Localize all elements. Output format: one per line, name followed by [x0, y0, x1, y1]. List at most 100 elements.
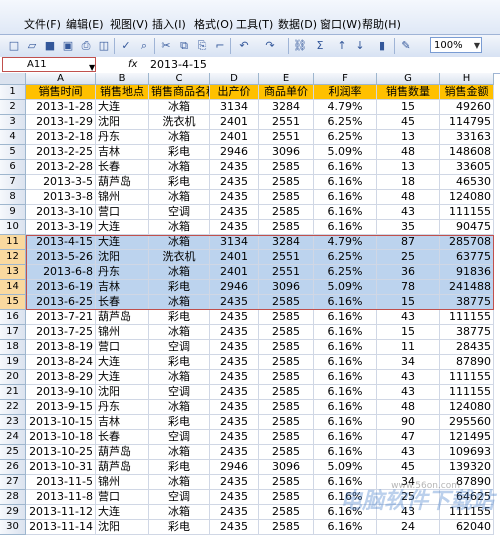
table-cell[interactable]: 48 [377, 400, 440, 415]
table-cell[interactable]: 2013-8-29 [26, 370, 96, 385]
open-icon[interactable]: ▱ [24, 38, 40, 54]
table-cell[interactable]: 87 [377, 235, 440, 250]
table-cell[interactable]: 沈阳 [96, 385, 149, 400]
table-cell[interactable]: 111155 [440, 310, 494, 325]
table-cell[interactable]: 冰箱 [149, 505, 210, 520]
table-cell[interactable]: 6.16% [314, 445, 377, 460]
table-cell[interactable]: 124080 [440, 190, 494, 205]
table-cell[interactable]: 2585 [259, 160, 314, 175]
table-cell[interactable]: 38775 [440, 325, 494, 340]
table-cell[interactable]: 2013-2-25 [26, 145, 96, 160]
table-cell[interactable]: 2585 [259, 205, 314, 220]
menu-item[interactable]: 编辑(E) [66, 18, 104, 32]
row-header[interactable]: 7 [0, 175, 26, 190]
row-header[interactable]: 9 [0, 205, 26, 220]
row-header[interactable]: 13 [0, 265, 26, 280]
table-cell[interactable]: 长春 [96, 160, 149, 175]
zoom-select[interactable]: 100% ▼ [430, 37, 482, 53]
table-cell[interactable]: 34 [377, 355, 440, 370]
table-cell[interactable]: 沈阳 [96, 115, 149, 130]
table-cell[interactable]: 2435 [210, 205, 259, 220]
row-header[interactable]: 25 [0, 445, 26, 460]
print-icon[interactable]: ⎙ [78, 38, 94, 54]
table-cell[interactable]: 2585 [259, 400, 314, 415]
table-cell[interactable]: 6.16% [314, 325, 377, 340]
table-cell[interactable]: 2013-1-29 [26, 115, 96, 130]
new-icon[interactable]: □ [6, 38, 22, 54]
table-cell[interactable]: 15 [377, 100, 440, 115]
column-header[interactable]: D [210, 73, 259, 85]
table-cell[interactable]: 2435 [210, 475, 259, 490]
row-header[interactable]: 30 [0, 520, 26, 535]
table-cell[interactable]: 43 [377, 310, 440, 325]
column-header[interactable]: E [259, 73, 314, 85]
table-cell[interactable]: 4.79% [314, 100, 377, 115]
table-cell[interactable]: 2435 [210, 340, 259, 355]
table-cell[interactable]: 43 [377, 370, 440, 385]
table-cell[interactable]: 43 [377, 205, 440, 220]
row-header[interactable]: 28 [0, 490, 26, 505]
table-cell[interactable]: 彩电 [149, 415, 210, 430]
sort-ascending-icon[interactable]: ↑ [334, 38, 350, 54]
header-cell[interactable]: 销售金额 [440, 85, 494, 100]
table-cell[interactable]: 2585 [259, 295, 314, 310]
table-cell[interactable]: 空调 [149, 430, 210, 445]
table-cell[interactable]: 2013-10-25 [26, 445, 96, 460]
table-cell[interactable]: 25 [377, 250, 440, 265]
table-cell[interactable]: 2435 [210, 445, 259, 460]
header-cell[interactable]: 出产价 [210, 85, 259, 100]
table-cell[interactable]: 2013-11-12 [26, 505, 96, 520]
row-header[interactable]: 12 [0, 250, 26, 265]
table-cell[interactable]: 锦州 [96, 475, 149, 490]
table-cell[interactable]: 2585 [259, 445, 314, 460]
table-cell[interactable]: 2585 [259, 520, 314, 535]
table-cell[interactable]: 冰箱 [149, 475, 210, 490]
table-cell[interactable]: 2585 [259, 310, 314, 325]
table-cell[interactable]: 2435 [210, 505, 259, 520]
table-cell[interactable]: 大连 [96, 370, 149, 385]
table-cell[interactable]: 2013-8-19 [26, 340, 96, 355]
table-cell[interactable]: 洗衣机 [149, 115, 210, 130]
table-cell[interactable]: 111155 [440, 205, 494, 220]
table-cell[interactable]: 冰箱 [149, 130, 210, 145]
table-cell[interactable]: 2435 [210, 385, 259, 400]
table-cell[interactable]: 2946 [210, 280, 259, 295]
table-cell[interactable]: 111155 [440, 385, 494, 400]
table-cell[interactable]: 3284 [259, 100, 314, 115]
table-cell[interactable]: 营口 [96, 490, 149, 505]
table-cell[interactable]: 长春 [96, 430, 149, 445]
table-cell[interactable]: 2401 [210, 130, 259, 145]
paste-icon[interactable]: ⎘ [194, 38, 210, 54]
header-cell[interactable]: 销售商品名称 [149, 85, 210, 100]
table-cell[interactable]: 2013-6-25 [26, 295, 96, 310]
table-cell[interactable]: 2585 [259, 325, 314, 340]
table-cell[interactable]: 2585 [259, 415, 314, 430]
table-cell[interactable]: 47 [377, 430, 440, 445]
table-cell[interactable]: 3096 [259, 145, 314, 160]
table-cell[interactable]: 冰箱 [149, 445, 210, 460]
header-cell[interactable]: 利润率 [314, 85, 377, 100]
table-cell[interactable]: 295560 [440, 415, 494, 430]
table-cell[interactable]: 6.16% [314, 310, 377, 325]
table-cell[interactable]: 彩电 [149, 520, 210, 535]
table-cell[interactable]: 2401 [210, 265, 259, 280]
table-cell[interactable]: 43 [377, 385, 440, 400]
table-cell[interactable]: 49260 [440, 100, 494, 115]
menu-item[interactable]: 插入(I) [152, 18, 186, 32]
table-cell[interactable]: 45 [377, 115, 440, 130]
table-cell[interactable]: 冰箱 [149, 160, 210, 175]
table-cell[interactable]: 3096 [259, 460, 314, 475]
table-cell[interactable]: 2585 [259, 385, 314, 400]
row-header[interactable]: 21 [0, 385, 26, 400]
row-header[interactable]: 17 [0, 325, 26, 340]
header-cell[interactable]: 商品单价 [259, 85, 314, 100]
table-cell[interactable]: 11 [377, 340, 440, 355]
table-cell[interactable]: 48 [377, 145, 440, 160]
table-cell[interactable]: 葫芦岛 [96, 310, 149, 325]
table-cell[interactable]: 33163 [440, 130, 494, 145]
row-header[interactable]: 11 [0, 235, 26, 250]
table-cell[interactable]: 彩电 [149, 355, 210, 370]
table-cell[interactable]: 2013-7-21 [26, 310, 96, 325]
row-header[interactable]: 26 [0, 460, 26, 475]
column-header[interactable]: F [314, 73, 377, 85]
